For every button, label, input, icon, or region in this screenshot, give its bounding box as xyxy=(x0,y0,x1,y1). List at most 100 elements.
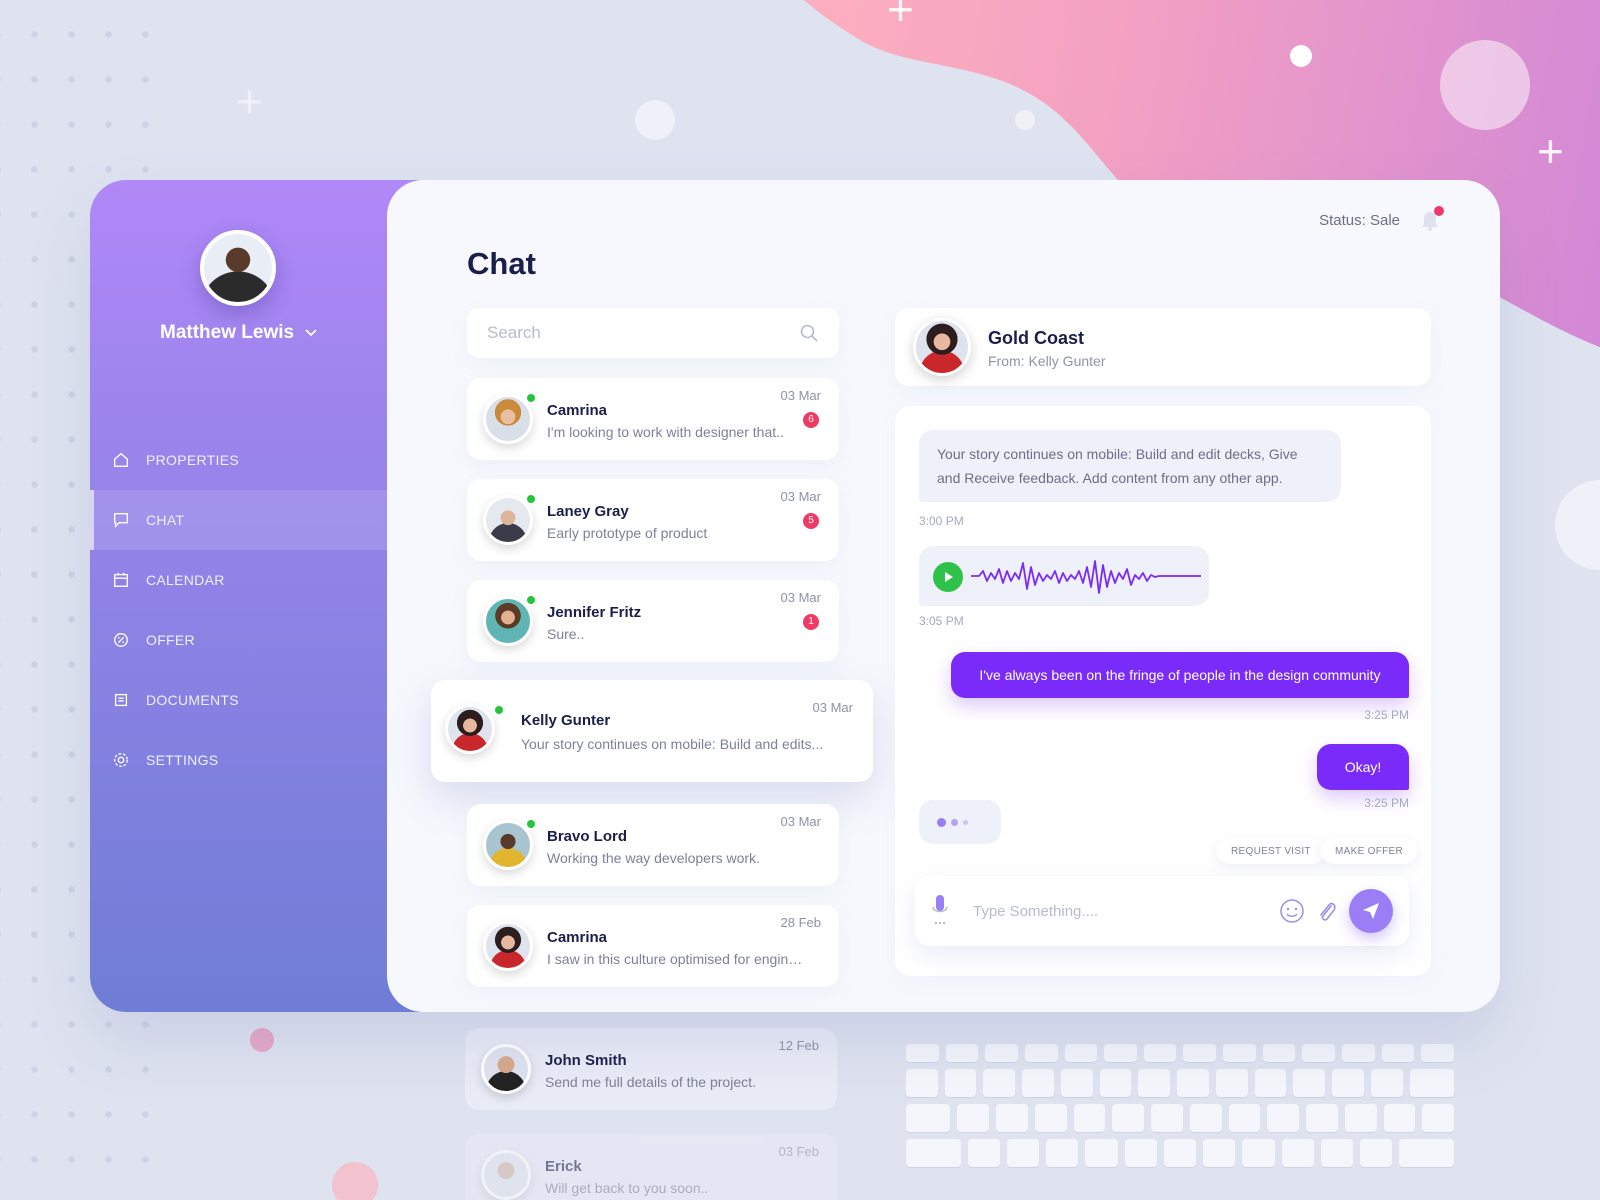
background-bubble xyxy=(1555,480,1600,570)
contact-message: I'm looking to work with designer that.. xyxy=(547,424,784,440)
contact-message: Early prototype of product xyxy=(547,525,708,541)
contact-item[interactable]: Jennifer Fritz Sure.. 03 Mar 1 xyxy=(467,580,839,662)
search-icon[interactable] xyxy=(799,323,819,343)
message-time: 3:00 PM xyxy=(919,514,964,528)
send-icon xyxy=(1363,903,1379,919)
user-name: Matthew Lewis xyxy=(160,322,295,343)
online-indicator xyxy=(493,704,505,716)
sidebar-nav: PROPERTIES CHAT CALENDAR OFFER DOCUMENTS… xyxy=(90,430,387,790)
avatar xyxy=(481,1150,531,1200)
avatar xyxy=(481,1044,531,1094)
page-title: Chat xyxy=(467,246,536,281)
contact-date: 12 Feb xyxy=(778,1038,819,1053)
sidebar-item-label: SETTINGS xyxy=(146,752,219,768)
contact-date: 03 Mar xyxy=(812,700,853,715)
sidebar-item-documents[interactable]: DOCUMENTS xyxy=(90,670,387,730)
background-bubble xyxy=(1015,110,1035,130)
home-icon xyxy=(110,449,132,471)
conversation-header: Gold Coast From: Kelly Gunter xyxy=(895,308,1431,386)
sidebar-item-chat[interactable]: CHAT xyxy=(90,490,387,550)
contact-message: Your story continues on mobile: Build an… xyxy=(521,736,824,752)
status-label[interactable]: Status: Sale xyxy=(1319,212,1400,229)
send-button[interactable] xyxy=(1349,889,1393,933)
message-time: 3:05 PM xyxy=(919,614,964,628)
unread-badge: 6 xyxy=(803,412,819,428)
sidebar-item-offer[interactable]: OFFER xyxy=(90,610,387,670)
sidebar-item-properties[interactable]: PROPERTIES xyxy=(90,430,387,490)
settings-icon xyxy=(110,749,132,771)
message-time: 3:25 PM xyxy=(1364,796,1409,810)
conversation-title: Gold Coast xyxy=(988,328,1085,348)
search-input[interactable] xyxy=(487,323,799,343)
background-bubble xyxy=(635,100,675,140)
sidebar: Matthew Lewis PROPERTIES CHAT CALENDAR O… xyxy=(90,180,420,1012)
contact-item-active[interactable]: Kelly Gunter Your story continues on mob… xyxy=(431,680,873,782)
contact-message: Working the way developers work. xyxy=(547,850,760,866)
message-text: Your story continues on mobile: Build an… xyxy=(937,446,1298,486)
message-incoming: Your story continues on mobile: Build an… xyxy=(919,430,1341,502)
search-box xyxy=(467,308,839,358)
message-text: Okay! xyxy=(1344,759,1382,775)
play-button[interactable] xyxy=(933,562,963,592)
conversation-subtitle: From: Kelly Gunter xyxy=(988,353,1106,369)
notification-badge xyxy=(1434,206,1444,216)
conversation-panel: Your story continues on mobile: Build an… xyxy=(895,406,1431,976)
play-icon xyxy=(945,572,953,582)
contact-name: John Smith xyxy=(545,1052,627,1069)
list-item[interactable]: Erick Will get back to you soon.. 03 Feb xyxy=(465,1134,837,1200)
online-indicator xyxy=(525,818,537,830)
contact-name: Erick xyxy=(545,1158,582,1175)
contact-item[interactable]: Laney Gray Early prototype of product 03… xyxy=(467,479,839,561)
avatar xyxy=(445,704,495,754)
contact-item[interactable]: Camrina I saw in this culture optimised … xyxy=(467,905,839,987)
sidebar-item-label: CHAT xyxy=(146,512,185,528)
list-item[interactable]: John Smith Send me full details of the p… xyxy=(465,1028,837,1110)
contact-message: Send me full details of the project. xyxy=(545,1074,756,1090)
voice-message xyxy=(919,546,1209,606)
unread-badge: 1 xyxy=(803,614,819,630)
user-menu[interactable]: Matthew Lewis xyxy=(160,322,317,344)
background-bubble xyxy=(1290,45,1312,67)
contact-item[interactable]: Bravo Lord Working the way developers wo… xyxy=(467,804,839,886)
online-indicator xyxy=(525,594,537,606)
offer-icon xyxy=(110,629,132,651)
contact-name: Laney Gray xyxy=(547,503,629,520)
message-composer xyxy=(915,876,1409,946)
avatar xyxy=(483,921,533,971)
attachment-icon[interactable] xyxy=(1315,898,1337,924)
contact-date: 03 Feb xyxy=(778,1144,819,1159)
documents-icon xyxy=(110,689,132,711)
app-window: Matthew Lewis PROPERTIES CHAT CALENDAR O… xyxy=(90,180,1500,1012)
contact-message: Sure.. xyxy=(547,626,585,642)
contact-message: Will get back to you soon.. xyxy=(545,1180,709,1196)
sidebar-item-settings[interactable]: SETTINGS xyxy=(90,730,387,790)
contact-name: Jennifer Fritz xyxy=(547,604,642,621)
message-input[interactable] xyxy=(973,902,1279,920)
message-text: I've always been on the fringe of people… xyxy=(979,667,1381,683)
avatar xyxy=(913,318,971,376)
sidebar-item-label: PROPERTIES xyxy=(146,452,239,468)
make-offer-button[interactable]: MAKE OFFER xyxy=(1321,838,1418,864)
background-bubble xyxy=(250,1028,274,1052)
contact-date: 03 Mar xyxy=(780,388,821,403)
request-visit-button[interactable]: REQUEST VISIT xyxy=(1217,838,1325,864)
plus-decoration: + xyxy=(1537,125,1564,177)
sidebar-item-label: OFFER xyxy=(146,632,195,648)
contact-name: Kelly Gunter xyxy=(521,712,611,729)
sidebar-item-label: DOCUMENTS xyxy=(146,692,239,708)
user-avatar[interactable] xyxy=(200,230,276,306)
emoji-icon[interactable] xyxy=(1279,898,1305,924)
calendar-icon xyxy=(110,569,132,591)
microphone-icon[interactable] xyxy=(931,893,949,929)
contact-date: 03 Mar xyxy=(780,590,821,605)
message-time: 3:25 PM xyxy=(1364,708,1409,722)
background-bubble xyxy=(1440,40,1530,130)
sidebar-item-calendar[interactable]: CALENDAR xyxy=(90,550,387,610)
contact-item[interactable]: Camrina I'm looking to work with designe… xyxy=(467,378,839,460)
main-panel: Chat Status: Sale Camrina I'm looking to… xyxy=(387,180,1500,1012)
chat-icon xyxy=(110,509,132,531)
contact-name: Camrina xyxy=(547,402,608,419)
plus-decoration: + xyxy=(236,75,263,127)
contact-message: I saw in this culture optimised for engi… xyxy=(547,951,807,967)
online-indicator xyxy=(525,392,537,404)
